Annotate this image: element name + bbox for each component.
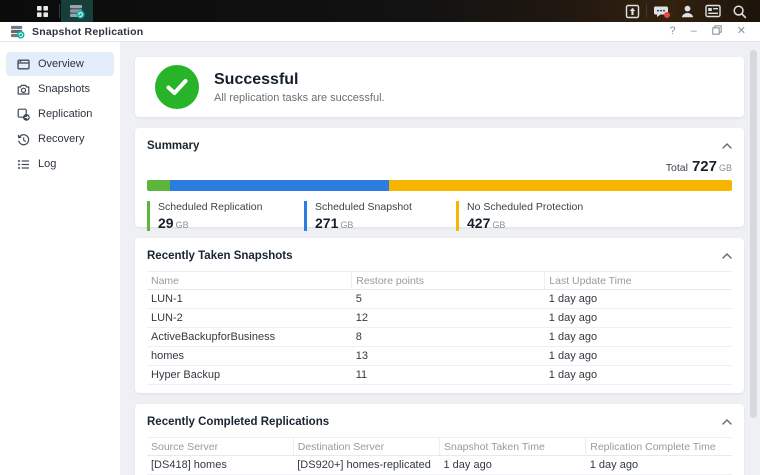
notification-badge [664, 12, 670, 18]
sidebar-item-label: Log [38, 158, 56, 170]
window-title: Snapshot Replication [32, 26, 143, 38]
window-controls: ? – ✕ [670, 25, 750, 38]
column-header[interactable]: Restore points [352, 272, 545, 290]
widgets-button[interactable] [700, 0, 726, 22]
close-button[interactable]: ✕ [737, 26, 746, 37]
snapshots-section-title: Recently Taken Snapshots [147, 250, 293, 262]
summary-section-title: Summary [147, 140, 199, 152]
table-row[interactable]: Hyper Backup111 day ago [147, 366, 732, 385]
total-unit: GB [719, 163, 732, 173]
summary-card: Summary Total727GB Scheduled Replication [135, 128, 744, 227]
total-value: 727 [692, 158, 717, 175]
bar-segment-scheduled-replication [147, 180, 170, 191]
sidebar: Overview Snapshots Replication Recovery [0, 42, 120, 475]
sidebar-item-label: Overview [38, 58, 84, 70]
snapshots-table: Name Restore points Last Update Time LUN… [147, 271, 732, 385]
column-header[interactable]: Replication Complete Time [586, 438, 732, 456]
history-icon [17, 133, 30, 146]
recently-taken-snapshots-card: Recently Taken Snapshots Name Restore po… [135, 238, 744, 393]
taskbar-divider [646, 4, 647, 18]
bar-segment-scheduled-snapshot [170, 180, 388, 191]
table-row[interactable]: [DS418] homes[DS920+] homes-replicated1 … [147, 456, 732, 475]
total-line: Total 727GB [147, 158, 732, 176]
snapshot-replication-app-icon [10, 25, 25, 39]
notifications-button[interactable] [648, 0, 674, 22]
column-header[interactable]: Last Update Time [545, 272, 732, 290]
vertical-scrollbar[interactable] [750, 50, 757, 418]
taskbar-left [0, 0, 93, 22]
list-icon [17, 158, 30, 171]
user-icon [680, 4, 695, 19]
column-header[interactable]: Source Server [147, 438, 293, 456]
window-titlebar: Snapshot Replication ? – ✕ [0, 22, 760, 42]
legend-value: 29 [158, 215, 174, 231]
legend-label: Scheduled Snapshot [315, 201, 456, 213]
main-menu-icon [36, 5, 49, 18]
restore-icon [712, 25, 722, 35]
camera-icon [17, 83, 30, 96]
sidebar-item-replication[interactable]: Replication [6, 102, 114, 126]
total-label: Total [666, 162, 688, 174]
taskbar [0, 0, 760, 22]
legend-label: Scheduled Replication [158, 201, 304, 213]
table-row[interactable]: ActiveBackupforBusiness81 day ago [147, 328, 732, 347]
main-menu-button[interactable] [26, 0, 58, 22]
collapse-chevron-icon[interactable] [722, 419, 732, 425]
table-header-row: Source Server Destination Server Snapsho… [147, 438, 732, 456]
legend-item-no-scheduled-protection: No Scheduled Protection 427GB [456, 201, 583, 231]
legend-item-scheduled-snapshot: Scheduled Snapshot 271GB [304, 201, 456, 231]
window-body: Overview Snapshots Replication Recovery [0, 42, 760, 475]
status-message: All replication tasks are successful. [214, 92, 385, 104]
legend-unit: GB [492, 220, 505, 230]
sidebar-item-overview[interactable]: Overview [6, 52, 114, 76]
storage-stacked-bar [147, 180, 732, 191]
sidebar-item-label: Snapshots [38, 83, 90, 95]
legend-item-scheduled-replication: Scheduled Replication 29GB [147, 201, 304, 231]
main-content: Successful All replication tasks are suc… [120, 42, 760, 475]
search-button[interactable] [726, 0, 752, 22]
legend-value: 427 [467, 215, 490, 231]
taskbar-divider [59, 4, 60, 18]
success-check-icon [155, 65, 199, 109]
package-upload-icon [625, 4, 640, 19]
overview-icon [17, 58, 30, 71]
taskbar-right [619, 0, 760, 22]
legend-unit: GB [176, 220, 189, 230]
table-row[interactable]: LUN-151 day ago [147, 290, 732, 309]
replications-table: Source Server Destination Server Snapsho… [147, 437, 732, 475]
taskbar-app-snapshot-replication[interactable] [61, 0, 93, 22]
legend-value: 271 [315, 215, 338, 231]
bar-segment-no-scheduled-protection [389, 180, 732, 191]
sidebar-item-log[interactable]: Log [6, 152, 114, 176]
legend-label: No Scheduled Protection [467, 201, 583, 213]
search-icon [732, 4, 747, 19]
replications-section-title: Recently Completed Replications [147, 416, 329, 428]
status-title: Successful [214, 71, 385, 89]
column-header[interactable]: Destination Server [293, 438, 439, 456]
screen: Snapshot Replication ? – ✕ Overview [0, 0, 760, 475]
collapse-chevron-icon[interactable] [722, 143, 732, 149]
snapshot-replication-app-icon [69, 4, 85, 19]
column-header[interactable]: Snapshot Taken Time [440, 438, 586, 456]
help-button[interactable]: ? [670, 26, 676, 37]
sidebar-item-snapshots[interactable]: Snapshots [6, 77, 114, 101]
legend-unit: GB [340, 220, 353, 230]
table-row[interactable]: LUN-2121 day ago [147, 309, 732, 328]
recently-completed-replications-card: Recently Completed Replications Source S… [135, 404, 744, 475]
collapse-chevron-icon[interactable] [722, 253, 732, 259]
legend: Scheduled Replication 29GB Scheduled Sna… [147, 201, 732, 231]
package-upload-button[interactable] [619, 0, 645, 22]
widgets-icon [705, 4, 721, 18]
restore-button[interactable] [712, 25, 722, 38]
sidebar-item-recovery[interactable]: Recovery [6, 127, 114, 151]
column-header[interactable]: Name [147, 272, 352, 290]
table-header-row: Name Restore points Last Update Time [147, 272, 732, 290]
sidebar-item-label: Replication [38, 108, 92, 120]
status-card: Successful All replication tasks are suc… [135, 57, 744, 117]
sidebar-item-label: Recovery [38, 133, 84, 145]
user-button[interactable] [674, 0, 700, 22]
table-row[interactable]: homes131 day ago [147, 347, 732, 366]
minimize-button[interactable]: – [691, 26, 697, 37]
replication-icon [17, 108, 30, 121]
